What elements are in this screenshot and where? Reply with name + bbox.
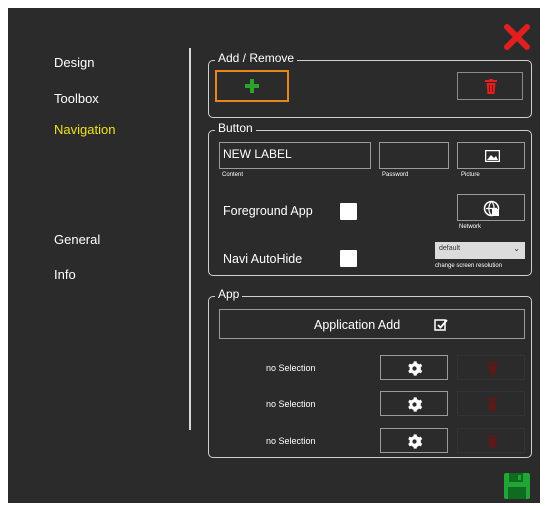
remove-button[interactable]	[457, 72, 523, 100]
app-group: App Application Add no Selection no Sele…	[208, 287, 532, 458]
resolution-select[interactable]: default ⌄	[435, 242, 525, 259]
vertical-divider	[189, 48, 191, 430]
application-add-button[interactable]: Application Add	[219, 309, 525, 339]
picture-button[interactable]	[457, 142, 525, 169]
network-button[interactable]	[457, 194, 525, 221]
resolution-select-value: default	[439, 245, 461, 252]
network-icon	[483, 200, 500, 217]
plus-icon	[245, 79, 259, 93]
app-legend: App	[215, 287, 243, 301]
trash-icon	[487, 362, 498, 375]
checkbox-edit-icon	[434, 319, 448, 331]
foreground-app-checkbox[interactable]	[340, 203, 357, 220]
trash-icon	[487, 435, 498, 448]
gear-icon	[408, 434, 423, 449]
app-row-settings-button[interactable]	[380, 355, 448, 380]
picture-icon	[485, 150, 500, 162]
button-legend: Button	[215, 121, 256, 135]
app-row-delete-button[interactable]	[457, 391, 525, 416]
nav-item-design[interactable]: Design	[54, 55, 94, 70]
gear-icon	[408, 361, 423, 376]
app-row-settings-button[interactable]	[380, 428, 448, 453]
close-icon[interactable]	[503, 23, 531, 51]
save-icon[interactable]	[504, 473, 530, 499]
settings-window: Design Toolbox Navigation General Info A…	[8, 8, 540, 503]
add-remove-legend: Add / Remove	[215, 51, 298, 65]
chevron-down-icon: ⌄	[513, 244, 520, 253]
content-field-value: NEW LABEL	[223, 147, 292, 161]
app-row-label: no Selection	[266, 436, 316, 446]
app-row-delete-button[interactable]	[457, 428, 525, 453]
foreground-app-label: Foreground App	[223, 204, 313, 218]
network-caption: Network	[459, 224, 482, 230]
picture-caption: Picture	[461, 172, 480, 178]
content-caption: Content	[222, 172, 244, 178]
nav-item-general[interactable]: General	[54, 232, 100, 247]
nav-item-info[interactable]: Info	[54, 267, 76, 282]
app-row-delete-button[interactable]	[457, 355, 525, 380]
gear-icon	[408, 397, 423, 412]
add-button[interactable]	[215, 70, 289, 102]
button-group: Button NEW LABEL Content Password Pictur…	[208, 121, 532, 276]
add-remove-group: Add / Remove	[208, 51, 532, 118]
trash-icon	[487, 398, 498, 411]
navi-autohide-label: Navi AutoHide	[223, 252, 303, 266]
password-caption: Password	[382, 172, 409, 178]
content-field[interactable]: NEW LABEL	[219, 142, 371, 169]
application-add-label: Application Add	[314, 318, 401, 332]
navi-autohide-checkbox[interactable]	[340, 250, 357, 267]
nav-item-toolbox[interactable]: Toolbox	[54, 91, 99, 106]
resolution-caption: change screen resolution	[435, 263, 503, 269]
app-row-settings-button[interactable]	[380, 391, 448, 416]
app-row-label: no Selection	[266, 399, 316, 409]
trash-icon	[485, 79, 497, 94]
password-field[interactable]	[379, 142, 449, 169]
app-row-label: no Selection	[266, 363, 316, 373]
nav-item-navigation[interactable]: Navigation	[54, 122, 115, 137]
